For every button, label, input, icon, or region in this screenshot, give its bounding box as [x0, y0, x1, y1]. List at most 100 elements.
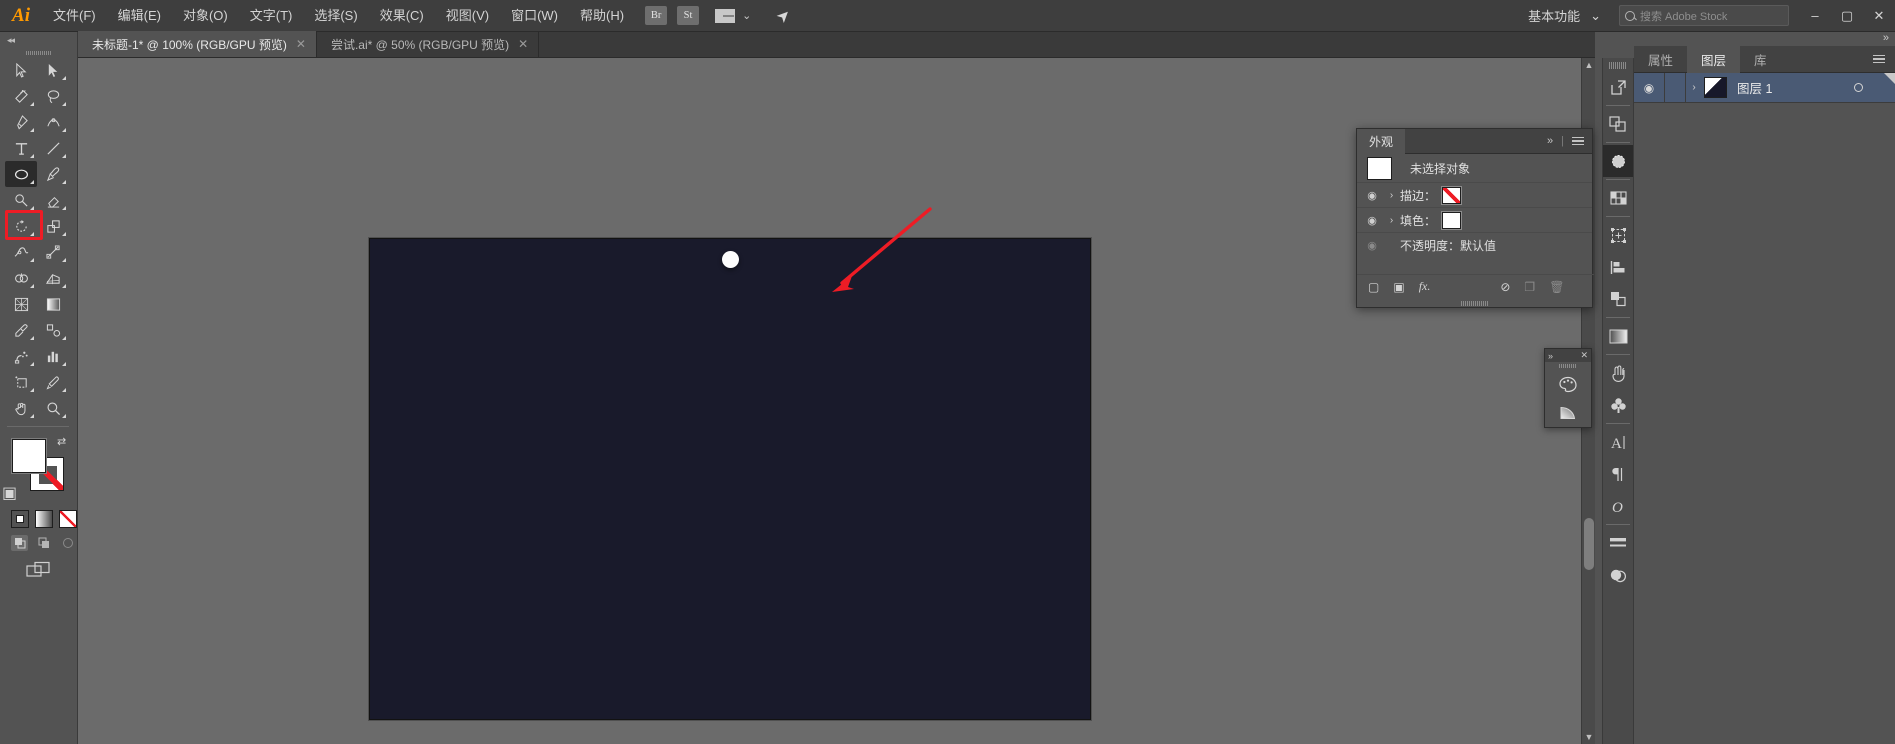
transform-icon[interactable]	[1603, 219, 1633, 251]
toolbar-drag-handle[interactable]	[0, 48, 77, 57]
chevron-right-icon[interactable]: ›	[1383, 215, 1400, 226]
clear-appearance-button[interactable]: ⊘	[1500, 280, 1510, 294]
menu-view[interactable]: 视图(V)	[435, 0, 500, 32]
arrange-documents-icon[interactable]	[715, 8, 736, 23]
dock-collapse-icon[interactable]: »	[1883, 32, 1889, 44]
default-fill-stroke-icon[interactable]: ▣	[2, 483, 17, 502]
document-tab-untitled[interactable]: 未标题-1* @ 100% (RGB/GPU 预览) ✕	[78, 31, 317, 57]
fill-color-swatch[interactable]	[1442, 211, 1462, 229]
shaper-tool[interactable]	[5, 187, 37, 213]
line-segment-tool[interactable]	[37, 135, 69, 161]
free-transform-tool[interactable]	[37, 239, 69, 265]
transparency-icon[interactable]	[1603, 559, 1633, 591]
curvature-tool[interactable]	[37, 109, 69, 135]
menu-edit[interactable]: 编辑(E)	[107, 0, 172, 32]
discover-rocket-icon[interactable]: ➤	[772, 4, 796, 28]
delete-item-button[interactable]: 🗑	[1549, 280, 1564, 294]
brushes-icon[interactable]	[1603, 357, 1633, 389]
maximize-button[interactable]: ▢	[1831, 0, 1863, 32]
dock-panel-menu-icon[interactable]	[1873, 54, 1895, 64]
tab-properties[interactable]: 属性	[1634, 46, 1687, 73]
artboard[interactable]	[369, 238, 1091, 720]
selection-tool[interactable]	[5, 57, 37, 83]
layer-row[interactable]: ◉ › 图层 1	[1634, 72, 1895, 103]
stock-button[interactable]: St	[677, 6, 700, 25]
swatches-grid-icon[interactable]	[1603, 182, 1633, 214]
blend-tool[interactable]	[37, 317, 69, 343]
white-circle-shape[interactable]	[722, 251, 739, 268]
tab-layers[interactable]: 图层	[1687, 45, 1741, 73]
panel-resize-grip[interactable]	[1460, 301, 1489, 306]
change-screen-mode-button[interactable]	[0, 561, 77, 579]
stock-search-input[interactable]: 搜索 Adobe Stock	[1619, 5, 1789, 26]
character-icon[interactable]: A	[1603, 426, 1633, 458]
add-new-effect-button[interactable]: fx.	[1419, 279, 1431, 294]
visibility-eye-icon[interactable]: ◉	[1361, 214, 1383, 227]
magic-wand-tool[interactable]	[5, 83, 37, 109]
pathfinder-shapes-icon[interactable]	[1603, 283, 1633, 315]
column-graph-tool[interactable]	[37, 343, 69, 369]
color-mode-button[interactable]	[11, 510, 29, 528]
mini-floating-panel[interactable]: » ✕	[1544, 348, 1592, 428]
menu-help[interactable]: 帮助(H)	[569, 0, 635, 32]
paragraph-icon[interactable]	[1603, 458, 1633, 490]
ellipse-tool[interactable]	[5, 161, 37, 187]
layer-target-icon[interactable]	[1854, 83, 1863, 92]
close-button[interactable]: ✕	[1863, 0, 1895, 32]
artboard-tool[interactable]	[5, 369, 37, 395]
gradient-mode-button[interactable]	[35, 510, 53, 528]
menu-type[interactable]: 文字(T)	[239, 0, 304, 32]
draw-behind-button[interactable]	[35, 535, 52, 551]
pathfinder-icon[interactable]	[1603, 108, 1633, 140]
draw-inside-button[interactable]	[60, 535, 77, 551]
slice-tool[interactable]	[37, 369, 69, 395]
scale-tool[interactable]	[37, 213, 69, 239]
tab-appearance[interactable]: 外观	[1357, 128, 1406, 154]
collapse-panel-icon[interactable]: »	[1548, 351, 1553, 361]
panel-menu-icon[interactable]	[1572, 136, 1584, 146]
stroke-color-swatch[interactable]	[1442, 186, 1462, 204]
zoom-tool[interactable]	[37, 395, 69, 421]
rotate-tool[interactable]	[5, 213, 37, 239]
visibility-eye-icon[interactable]: ◉	[1361, 239, 1383, 252]
workspace-switcher[interactable]: 基本功能 ⌄	[1520, 6, 1609, 25]
minimize-button[interactable]: –	[1799, 0, 1831, 32]
width-tool[interactable]	[5, 239, 37, 265]
symbol-sprayer-tool[interactable]	[5, 343, 37, 369]
layer-visibility-eye-icon[interactable]: ◉	[1634, 81, 1664, 95]
appearance-row-fill[interactable]: ◉ › 填色：	[1357, 208, 1592, 233]
menu-select[interactable]: 选择(S)	[303, 0, 368, 32]
scrollbar-thumb[interactable]	[1584, 518, 1594, 570]
add-new-fill-button[interactable]: ▣	[1393, 280, 1404, 294]
menu-object[interactable]: 对象(O)	[172, 0, 239, 32]
mini-panel-grip[interactable]	[1545, 362, 1591, 370]
scroll-down-icon[interactable]: ▼	[1582, 730, 1595, 744]
gradient-icon[interactable]	[1603, 320, 1633, 352]
duplicate-item-button[interactable]: ❐	[1524, 280, 1535, 294]
lasso-tool[interactable]	[37, 83, 69, 109]
layer-name-label[interactable]: 图层 1	[1737, 78, 1772, 97]
rail-grip[interactable]	[1609, 62, 1627, 69]
bridge-button[interactable]: Br	[645, 6, 668, 25]
add-new-stroke-button[interactable]: ▢	[1368, 280, 1379, 294]
eyedropper-tool[interactable]	[5, 317, 37, 343]
menu-effect[interactable]: 效果(C)	[369, 0, 435, 32]
gradient-panel-icon[interactable]	[1545, 398, 1591, 426]
appearance-row-opacity[interactable]: ◉ 不透明度：默认值	[1357, 233, 1592, 258]
expand-panels-icon[interactable]	[1603, 71, 1633, 103]
align-icon[interactable]	[1603, 251, 1633, 283]
stroke-icon[interactable]	[1603, 527, 1633, 559]
mesh-tool[interactable]	[5, 291, 37, 317]
chevron-right-icon[interactable]: ›	[1383, 190, 1400, 201]
gradient-tool[interactable]	[37, 291, 69, 317]
visibility-eye-icon[interactable]: ◉	[1361, 189, 1383, 202]
pen-tool[interactable]	[5, 109, 37, 135]
chevron-down-icon[interactable]: ⌄	[742, 9, 751, 22]
menu-window[interactable]: 窗口(W)	[500, 0, 569, 32]
collapse-panel-icon[interactable]: »	[1547, 135, 1553, 147]
tab-libraries[interactable]: 库	[1740, 46, 1781, 73]
scroll-up-icon[interactable]: ▲	[1582, 58, 1595, 72]
document-tab-changshi[interactable]: 尝试.ai* @ 50% (RGB/GPU 预览) ✕	[317, 31, 540, 57]
draw-normal-button[interactable]	[11, 535, 29, 551]
close-icon[interactable]: ✕	[518, 37, 528, 51]
